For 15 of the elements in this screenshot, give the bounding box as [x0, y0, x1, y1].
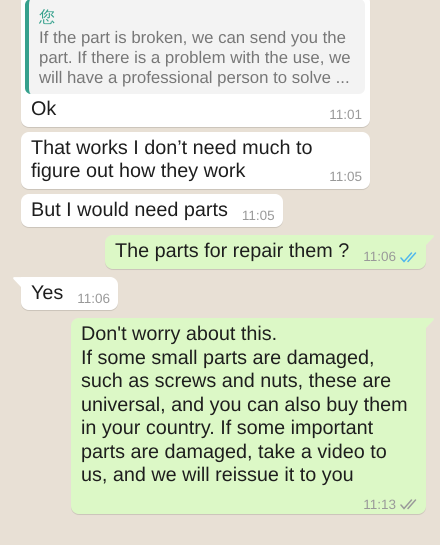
message-text: But I would need parts	[31, 198, 228, 220]
quoted-message[interactable]: 您 If the part is broken, we can send you the part. If there is a problem with the use, we will have a professional person to solve ...	[25, 0, 365, 94]
message-time: 11:05	[329, 169, 362, 185]
message-time: 11:13	[363, 496, 396, 512]
message-text: That works I don’t need much to figure out how they work	[31, 136, 314, 182]
message-text: Don't worry about this. If some small parts are damaged, such as screws and nuts, these are universal, and you can also buy them in your country. If some important parts are damaged, take a video to us, and we will reissue it to you	[81, 323, 409, 486]
message-text: The parts for repair them ?	[115, 240, 350, 262]
message-text: Yes	[31, 282, 64, 304]
message-time: 11:05	[242, 208, 275, 224]
message-time: 11:06	[363, 249, 396, 265]
message-time: 11:01	[329, 107, 362, 123]
quote-text: If the part is broken, we can send you the part. If there is a problem with the use, we will have a professional person to solve ...	[39, 28, 352, 88]
quote-author: 您	[39, 8, 56, 28]
message-time: 11:06	[77, 290, 110, 306]
message-text: Ok	[31, 98, 56, 120]
